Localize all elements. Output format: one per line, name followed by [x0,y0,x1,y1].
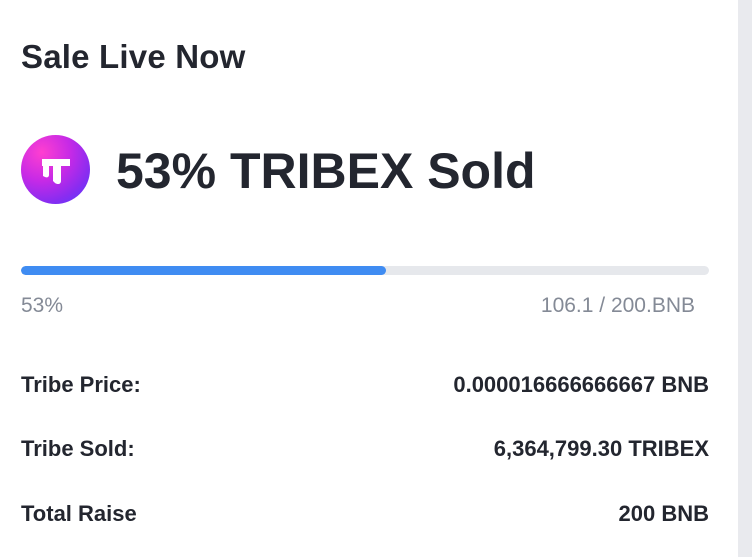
detail-label: Tribe Price: [21,372,141,397]
detail-row-tribe-sold: Tribe Sold: 6,364,799.30 TRIBEX [21,434,709,464]
progress-amount-label: 106.1 / 200.BNB [540,294,695,317]
detail-value: 200 BNB [618,501,709,526]
detail-row-total-raise: Total Raise 200 BNB [21,499,709,529]
page-edge [738,0,752,557]
sold-headline: 53% TRIBEX Sold [116,143,536,199]
detail-row-tribe-price: Tribe Price: 0.000016666666667 BNB [21,370,709,400]
detail-label: Tribe Sold: [21,436,135,461]
detail-label: Total Raise [21,501,137,526]
detail-value: 0.000016666666667 BNB [453,372,709,397]
sale-card: Sale Live Now 53% TRIBEX Sold 53% 106.1 … [0,0,738,557]
sale-progress-fill [21,266,386,275]
tribex-logo-icon [21,135,90,204]
progress-percent-label: 53% [21,294,64,317]
detail-value: 6,364,799.30 TRIBEX [493,436,709,461]
sale-progress-bar [21,266,709,275]
page-title: Sale Live Now [21,38,246,75]
